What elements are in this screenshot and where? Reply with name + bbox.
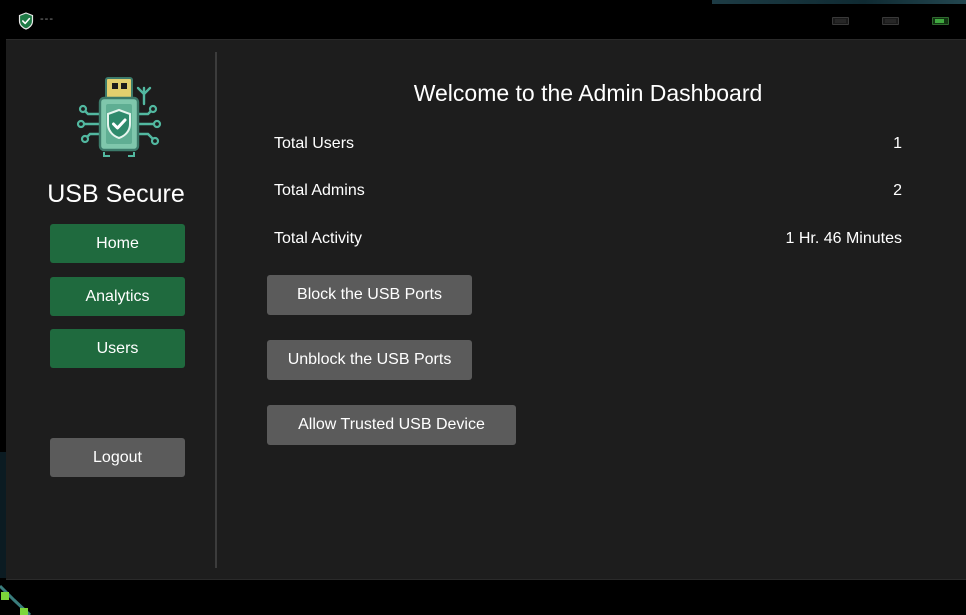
analytics-button[interactable]: Analytics [50, 277, 185, 316]
stat-value-total-users: 1 [893, 135, 902, 152]
block-usb-ports-button[interactable]: Block the USB Ports [267, 275, 472, 315]
minimize-icon[interactable] [832, 17, 849, 25]
window-title: --- [40, 13, 54, 25]
title-bar[interactable]: --- [6, 4, 966, 39]
users-button[interactable]: Users [50, 329, 185, 368]
stat-label-total-users: Total Users [274, 135, 355, 152]
allow-trusted-usb-device-button[interactable]: Allow Trusted USB Device [267, 405, 516, 445]
stat-label-total-admins: Total Admins [274, 182, 365, 199]
desktop-background-corner [0, 578, 40, 615]
maximize-icon[interactable] [882, 17, 899, 25]
close-icon[interactable] [932, 17, 949, 25]
app-brand-title: USB Secure [47, 180, 185, 208]
stat-value-total-activity: 1 Hr. 46 Minutes [785, 230, 903, 247]
screen: --- USB Secure Home Analytics Users Logo… [0, 0, 966, 615]
unblock-usb-ports-button[interactable]: Unblock the USB Ports [267, 340, 472, 380]
home-button[interactable]: Home [50, 224, 185, 263]
shield-check-icon [18, 12, 34, 30]
page-title: Welcome to the Admin Dashboard [413, 80, 763, 106]
window-bottom-edge [6, 579, 966, 580]
stat-label-total-activity: Total Activity [274, 230, 363, 247]
stat-value-total-admins: 2 [893, 182, 902, 199]
usb-shield-circuit-icon [74, 74, 164, 158]
logout-button[interactable]: Logout [50, 438, 185, 477]
app-window: USB Secure Home Analytics Users Logout W… [6, 39, 966, 579]
sidebar-divider [215, 52, 217, 568]
